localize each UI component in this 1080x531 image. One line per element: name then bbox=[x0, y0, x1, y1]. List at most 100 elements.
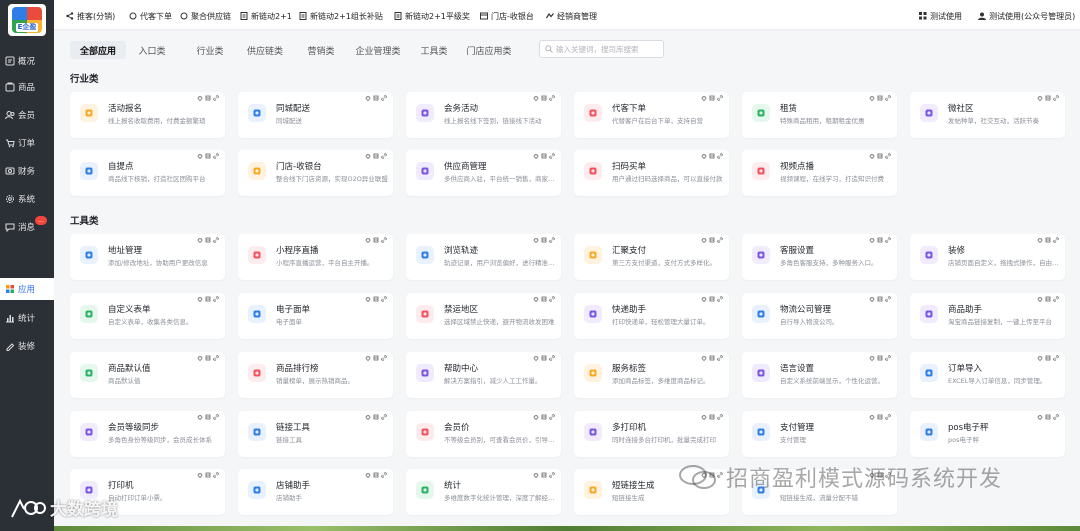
link-icon[interactable] bbox=[213, 472, 219, 478]
topbar-shortcut-4[interactable]: 新链动2+1组长补贴 bbox=[299, 10, 383, 22]
link-icon[interactable] bbox=[381, 237, 387, 243]
sidebar-item-5[interactable]: 系统 bbox=[0, 188, 54, 210]
topbar-shortcut-0[interactable]: 推客(分销) bbox=[66, 10, 115, 22]
detail-icon[interactable] bbox=[373, 153, 379, 159]
favorite-icon[interactable] bbox=[533, 472, 539, 478]
app-card[interactable]: 浏览轨迹 轨迹记录，用户浏览偏好，进行精准营销 bbox=[406, 234, 561, 280]
link-icon[interactable] bbox=[549, 237, 555, 243]
favorite-icon[interactable] bbox=[533, 414, 539, 420]
favorite-icon[interactable] bbox=[701, 95, 707, 101]
favorite-icon[interactable] bbox=[197, 153, 203, 159]
link-icon[interactable] bbox=[549, 414, 555, 420]
detail-icon[interactable] bbox=[877, 95, 883, 101]
app-card[interactable]: 会务活动 线上报名线下签到，链接线下活动 bbox=[406, 92, 561, 138]
detail-icon[interactable] bbox=[373, 414, 379, 420]
link-icon[interactable] bbox=[381, 414, 387, 420]
favorite-icon[interactable] bbox=[365, 296, 371, 302]
favorite-icon[interactable] bbox=[533, 153, 539, 159]
app-card[interactable]: 装修 店铺页面自定义，拖拽式操作，自由搭建 bbox=[910, 234, 1065, 280]
link-icon[interactable] bbox=[717, 414, 723, 420]
detail-icon[interactable] bbox=[877, 237, 883, 243]
link-icon[interactable] bbox=[549, 153, 555, 159]
app-card[interactable]: 禁运地区 选择区域禁止快递，避开物流收发困难 bbox=[406, 293, 561, 339]
app-card[interactable]: 帮助中心 解决方案指引，减少人工工作量。 bbox=[406, 352, 561, 398]
link-icon[interactable] bbox=[885, 237, 891, 243]
favorite-icon[interactable] bbox=[869, 153, 875, 159]
detail-icon[interactable] bbox=[709, 414, 715, 420]
link-icon[interactable] bbox=[213, 355, 219, 361]
sidebar-item-7[interactable]: 应用 bbox=[0, 278, 54, 300]
detail-icon[interactable] bbox=[709, 296, 715, 302]
store-switch[interactable]: 测试使用 bbox=[919, 10, 962, 22]
favorite-icon[interactable] bbox=[1037, 414, 1043, 420]
detail-icon[interactable] bbox=[877, 153, 883, 159]
tab-7[interactable]: 门店应用类 bbox=[463, 41, 515, 59]
link-icon[interactable] bbox=[549, 95, 555, 101]
sidebar-item-4[interactable]: 财务 bbox=[0, 160, 54, 182]
app-card[interactable]: 地址管理 添加/修改地址，协助用户更改信息 bbox=[70, 234, 225, 280]
app-card[interactable]: 小程序直播 小程序直播运营，平台自主开播。 bbox=[238, 234, 393, 280]
topbar-shortcut-1[interactable]: 代客下单 bbox=[129, 10, 172, 22]
link-icon[interactable] bbox=[1053, 296, 1059, 302]
link-icon[interactable] bbox=[381, 296, 387, 302]
tab-6[interactable]: 工具类 bbox=[416, 41, 452, 59]
app-card[interactable]: 商品默认值 商品默认值 bbox=[70, 352, 225, 398]
detail-icon[interactable] bbox=[205, 95, 211, 101]
app-card[interactable]: 商品助手 淘宝商品链接复制，一键上传至平台 bbox=[910, 293, 1065, 339]
link-icon[interactable] bbox=[885, 153, 891, 159]
favorite-icon[interactable] bbox=[869, 355, 875, 361]
detail-icon[interactable] bbox=[709, 355, 715, 361]
detail-icon[interactable] bbox=[877, 296, 883, 302]
link-icon[interactable] bbox=[213, 414, 219, 420]
app-card[interactable]: 代客下单 代替客户在后台下单，支持自营 bbox=[574, 92, 729, 138]
detail-icon[interactable] bbox=[373, 237, 379, 243]
detail-icon[interactable] bbox=[205, 237, 211, 243]
app-card[interactable]: 租赁 特殊商品租用，租期租金优惠 bbox=[742, 92, 897, 138]
detail-icon[interactable] bbox=[373, 296, 379, 302]
favorite-icon[interactable] bbox=[365, 414, 371, 420]
favorite-icon[interactable] bbox=[1037, 237, 1043, 243]
link-icon[interactable] bbox=[381, 95, 387, 101]
detail-icon[interactable] bbox=[373, 95, 379, 101]
link-icon[interactable] bbox=[885, 355, 891, 361]
app-card[interactable]: 订单导入 EXCEL导入订单信息，同步管理。 bbox=[910, 352, 1065, 398]
tab-3[interactable]: 供应链类 bbox=[242, 41, 288, 59]
favorite-icon[interactable] bbox=[701, 296, 707, 302]
app-card[interactable]: 物流公司管理 自行导入物流公司。 bbox=[742, 293, 897, 339]
detail-icon[interactable] bbox=[373, 355, 379, 361]
topbar-shortcut-5[interactable]: 新链动2+1平级奖 bbox=[394, 10, 470, 22]
detail-icon[interactable] bbox=[541, 296, 547, 302]
favorite-icon[interactable] bbox=[869, 414, 875, 420]
favorite-icon[interactable] bbox=[701, 153, 707, 159]
favorite-icon[interactable] bbox=[1037, 95, 1043, 101]
sidebar-item-3[interactable]: 订单 bbox=[0, 132, 54, 154]
favorite-icon[interactable] bbox=[197, 472, 203, 478]
favorite-icon[interactable] bbox=[197, 95, 203, 101]
app-card[interactable]: 快递助手 打印快递单，轻松管理大量订单。 bbox=[574, 293, 729, 339]
topbar-shortcut-2[interactable]: 聚合供应链 bbox=[180, 10, 231, 22]
link-icon[interactable] bbox=[213, 296, 219, 302]
favorite-icon[interactable] bbox=[533, 95, 539, 101]
detail-icon[interactable] bbox=[541, 153, 547, 159]
sidebar-item-0[interactable]: 概况 bbox=[0, 50, 54, 72]
sidebar-item-1[interactable]: 商品 bbox=[0, 76, 54, 98]
favorite-icon[interactable] bbox=[365, 472, 371, 478]
link-icon[interactable] bbox=[885, 414, 891, 420]
detail-icon[interactable] bbox=[541, 414, 547, 420]
link-icon[interactable] bbox=[381, 472, 387, 478]
app-card[interactable]: 商品排行榜 销量榜单，展示热销商品。 bbox=[238, 352, 393, 398]
app-card[interactable]: 自定义表单 自定义表单，收集各类信息。 bbox=[70, 293, 225, 339]
app-card[interactable]: 链接工具 链接工具 bbox=[238, 411, 393, 457]
app-card[interactable]: 微社区 发帖种草，社交互动，活跃节奏 bbox=[910, 92, 1065, 138]
link-icon[interactable] bbox=[213, 237, 219, 243]
app-card[interactable]: 客服设置 多角色客服支持，多种服务入口。 bbox=[742, 234, 897, 280]
link-icon[interactable] bbox=[717, 237, 723, 243]
app-card[interactable]: 同城配送 同城配送 bbox=[238, 92, 393, 138]
topbar-shortcut-3[interactable]: 新链动2+1 bbox=[240, 10, 292, 22]
detail-icon[interactable] bbox=[541, 237, 547, 243]
link-icon[interactable] bbox=[549, 296, 555, 302]
tab-5[interactable]: 企业管理类 bbox=[352, 41, 404, 59]
detail-icon[interactable] bbox=[205, 414, 211, 420]
link-icon[interactable] bbox=[717, 355, 723, 361]
favorite-icon[interactable] bbox=[1037, 355, 1043, 361]
